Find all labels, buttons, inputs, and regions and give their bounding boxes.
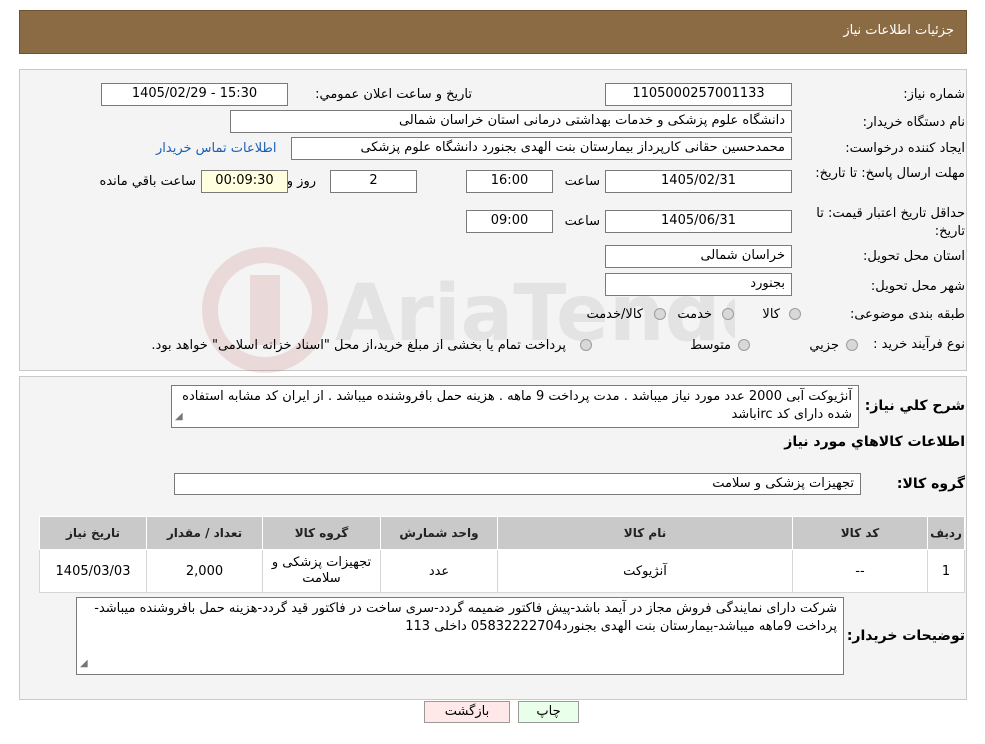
category-radio-goods-service[interactable] xyxy=(654,308,666,320)
deadline-date-field: 1405/02/31 xyxy=(605,170,792,193)
deadline-label: مهلت ارسال پاسخ: تا تاريخ: xyxy=(815,166,965,181)
need-number-label: شماره نیاز: xyxy=(903,87,965,102)
validity-time-label: ساعت xyxy=(564,214,600,229)
announce-field: 1405/02/29 - 15:30 xyxy=(101,83,288,106)
cell-goods-name: آنژیوکت xyxy=(497,549,793,593)
requester-field: محمدحسین حقانی کارپرداز بیمارستان بنت ال… xyxy=(291,137,792,160)
cell-unit: عدد xyxy=(380,549,498,593)
validity-date-field: 1405/06/31 xyxy=(605,210,792,233)
process-radio-minor[interactable] xyxy=(846,339,858,351)
category-radio-goods[interactable] xyxy=(789,308,801,320)
col-goods-code: كد كالا xyxy=(792,516,928,550)
deadline-time-label: ساعت xyxy=(564,174,600,189)
col-quantity: تعداد / مقدار xyxy=(146,516,263,550)
category-label: طبقه بندی موضوعی: xyxy=(849,307,965,322)
validity-time-field: 09:00 xyxy=(466,210,553,233)
cell-goods-group: تجهيزات پزشکی و سلامت xyxy=(262,549,381,593)
requester-label: ايجاد کننده درخواست: xyxy=(845,141,965,156)
buyer-notes-textarea[interactable]: شرکت دارای نمایندگی فروش مجاز در آیمد با… xyxy=(76,597,844,675)
treasury-checkbox[interactable] xyxy=(580,339,592,351)
process-note: پرداخت تمام يا بخشی از مبلغ خريد،از محل … xyxy=(151,338,566,353)
city-label: شهر محل تحويل: xyxy=(870,279,965,294)
process-option-minor: جزيي xyxy=(809,338,839,353)
summary-textarea[interactable]: آنژیوکت آبی 2000 عدد مورد نیاز میباشد . … xyxy=(171,385,859,428)
cell-quantity: 2,000 xyxy=(146,549,263,593)
deadline-time-field: 16:00 xyxy=(466,170,553,193)
table-row: 1 -- آنژیوکت عدد تجهيزات پزشکی و سلامت 2… xyxy=(39,549,965,593)
goods-section-title: اطلاعات كالاهاي مورد نياز xyxy=(784,434,965,450)
category-option-goods-service: کالا/خدمت xyxy=(586,307,643,322)
col-goods-name: نام كالا xyxy=(497,516,793,550)
cell-row-number: 1 xyxy=(927,549,965,593)
category-option-service: خدمت xyxy=(677,307,712,322)
col-goods-group: گروه كالا xyxy=(262,516,381,550)
province-field: خراسان شمالی xyxy=(605,245,792,268)
buyer-notes-label: توضيحات خريدار: xyxy=(846,628,965,644)
cell-goods-code: -- xyxy=(792,549,928,593)
resize-grip-icon[interactable]: ◢ xyxy=(175,408,183,426)
remaining-time-field: 00:09:30 xyxy=(201,170,288,193)
goods-table-header: رديف كد كالا نام كالا واحد شمارش گروه كا… xyxy=(39,516,965,550)
buyer-org-field: دانشگاه علوم پزشکی و خدمات بهداشتی درمان… xyxy=(230,110,792,133)
summary-text: آنژیوکت آبی 2000 عدد مورد نیاز میباشد . … xyxy=(182,389,852,422)
province-label: استان محل تحويل: xyxy=(863,249,965,264)
days-field: 2 xyxy=(330,170,417,193)
back-button[interactable]: بازگشت xyxy=(424,701,510,723)
resize-grip-icon[interactable]: ◢ xyxy=(80,655,88,673)
col-row-number: رديف xyxy=(927,516,965,550)
city-field: بجنورد xyxy=(605,273,792,296)
process-option-medium: متوسط xyxy=(690,338,731,353)
category-option-goods: کالا xyxy=(762,307,780,322)
print-button[interactable]: چاپ xyxy=(518,701,579,723)
page-title: جزئیات اطلاعات نیاز xyxy=(843,23,954,38)
process-radio-medium[interactable] xyxy=(738,339,750,351)
cell-need-date: 1405/03/03 xyxy=(39,549,147,593)
announce-label: تاریخ و ساعت اعلان عمومي: xyxy=(315,87,472,102)
summary-label: شرح كلي نياز: xyxy=(864,398,965,414)
goods-group-field: تجهیزات پزشکی و سلامت xyxy=(174,473,861,495)
goods-group-label: گروه كالا: xyxy=(896,476,965,492)
page-header: جزئیات اطلاعات نیاز xyxy=(19,10,967,54)
buyer-notes-text: شرکت دارای نمایندگی فروش مجاز در آیمد با… xyxy=(94,601,837,634)
days-label: روز و xyxy=(286,174,316,189)
buyer-contact-link[interactable]: اطلاعات تماس خريدار xyxy=(156,141,276,156)
validity-label: حداقل تاريخ اعتبار قيمت: تا تاريخ: xyxy=(816,206,965,239)
buyer-org-label: نام دستگاه خريدار: xyxy=(862,115,965,130)
remaining-label: ساعت باقي مانده xyxy=(99,174,196,189)
col-need-date: تاريخ نياز xyxy=(39,516,147,550)
goods-table: رديف كد كالا نام كالا واحد شمارش گروه كا… xyxy=(39,516,965,593)
need-number-field: 1105000257001133 xyxy=(605,83,792,106)
col-unit: واحد شمارش xyxy=(380,516,498,550)
process-label: نوع فرآيند خريد : xyxy=(873,337,965,352)
category-radio-service[interactable] xyxy=(722,308,734,320)
